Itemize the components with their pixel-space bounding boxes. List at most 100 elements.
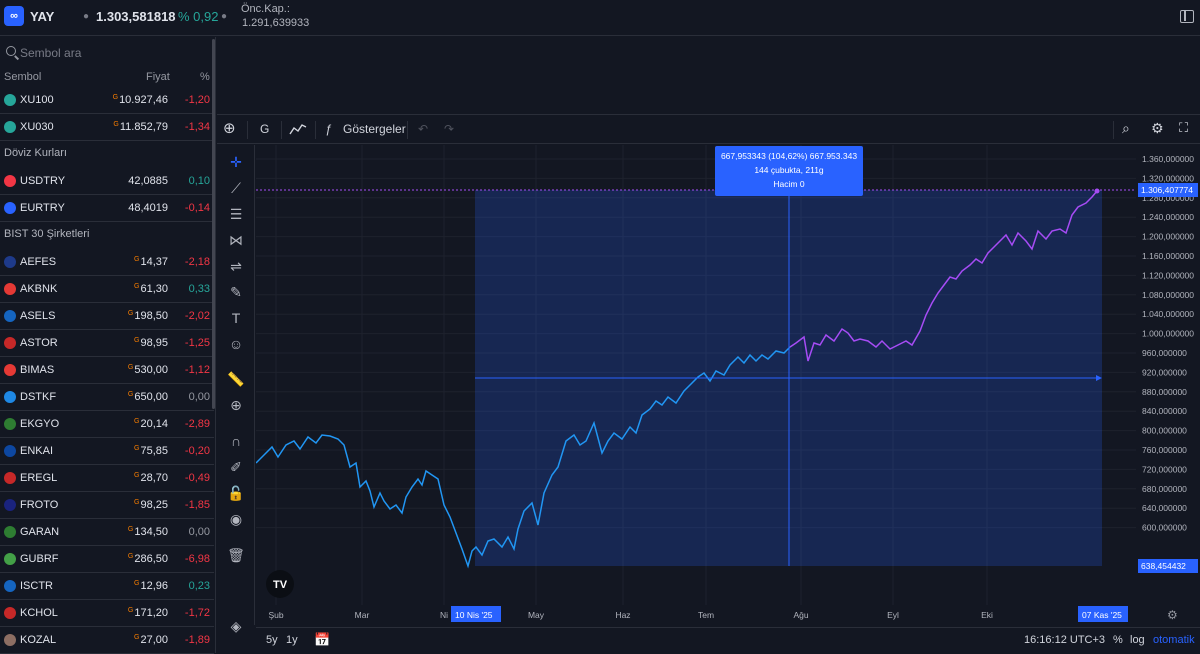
prediction-tool-icon[interactable]: ⇌ xyxy=(227,257,245,275)
date-range-icon[interactable]: 📅 xyxy=(314,632,330,648)
price-value: 20,14 xyxy=(140,418,168,430)
watchlist-row[interactable]: BIMAS G530,00 -1,12 xyxy=(0,357,214,384)
date-label-text: 07 Kas '25 xyxy=(1082,610,1122,620)
layers-icon[interactable]: ◈ xyxy=(227,617,245,635)
watchlist-row[interactable]: XU100 G10.927,46 -1,20 xyxy=(0,87,214,114)
symbol-logo-icon[interactable]: ∞ xyxy=(4,6,24,26)
price-chart[interactable]: 667,953343 (104,62%) 667.953.343 144 çub… xyxy=(256,145,1200,627)
watchlist-symbol: XU100 xyxy=(20,94,54,106)
watchlist-price: G75,85 xyxy=(134,445,168,457)
price-label-text: 1.306,407774 xyxy=(1141,185,1193,195)
settings-gear-icon[interactable]: ⚙ xyxy=(1151,120,1164,137)
bottom-bar: 5y 1y 📅 16:16:12 UTC+3 % log otomatik xyxy=(256,627,1200,653)
watchlist-row[interactable]: GUBRF G286,50 -6,98 xyxy=(0,546,214,573)
symbol-search[interactable] xyxy=(0,38,214,66)
watchlist-row[interactable]: ASTOR G98,95 -1,25 xyxy=(0,330,214,357)
separator-dot: ● xyxy=(83,11,90,22)
watchlist-row[interactable]: KOZAL G27,00 -1,89 xyxy=(0,627,214,654)
watchlist-price: G286,50 xyxy=(128,553,168,565)
watchlist-row[interactable]: XU030 G11.852,79 -1,34 xyxy=(0,114,214,141)
search-input[interactable] xyxy=(20,42,200,64)
y-tick-label: 1.200,000000 xyxy=(1142,232,1194,242)
add-symbol-icon[interactable]: ⊕ xyxy=(223,119,236,137)
magnet-icon[interactable]: ∩ xyxy=(227,432,245,450)
fullscreen-icon[interactable]: ⛶ xyxy=(1179,120,1188,136)
watchlist-row[interactable]: AKBNK G61,30 0,33 xyxy=(0,276,214,303)
quick-search-icon[interactable]: ⌕ xyxy=(1122,120,1130,137)
watchlist-row[interactable]: KCHOL G171,20 -1,72 xyxy=(0,600,214,627)
watchlist-price: 42,0885 xyxy=(127,175,168,187)
symbol-logo-icon xyxy=(4,256,16,268)
crosshair-icon[interactable]: ✛ xyxy=(227,153,245,171)
undo-icon[interactable]: ↶ xyxy=(418,122,428,136)
clock-timezone[interactable]: 16:16:12 UTC+3 xyxy=(1024,634,1105,646)
tooltip-line-1: 667,953343 (104,62%) 667.953.343 xyxy=(721,151,857,161)
lock-icon[interactable]: 🔓 xyxy=(227,484,245,502)
watchlist-row[interactable]: FROTO G98,25 -1,85 xyxy=(0,492,214,519)
watchlist-row[interactable]: AEFES G14,37 -2,18 xyxy=(0,249,214,276)
symbol-logo-icon xyxy=(4,175,16,187)
watchlist-row[interactable]: USDTRY 42,0885 0,10 xyxy=(0,168,214,195)
zoom-in-icon[interactable]: ⊕ xyxy=(227,396,245,414)
time-axis[interactable]: Şub Mar Ni May Haz Tem Ağu Eyl Eki 10 Nis '25 07 K… xyxy=(268,606,1128,622)
trash-icon[interactable]: 🗑 xyxy=(227,546,245,564)
indicators-button[interactable]: Göstergeler xyxy=(343,122,406,136)
percent-toggle[interactable]: % xyxy=(1113,634,1123,646)
y-tick-label: 1.160,000000 xyxy=(1142,251,1194,261)
watchlist-row[interactable]: ISCTR G12,96 0,23 xyxy=(0,573,214,600)
watchlist-row[interactable]: EURTRY 48,4019 -0,14 xyxy=(0,195,214,222)
indicator-fx-icon[interactable]: ƒ xyxy=(325,122,332,136)
eye-icon[interactable]: ◉ xyxy=(227,510,245,528)
symbol-logo-icon xyxy=(4,364,16,376)
emoji-icon[interactable]: ☺ xyxy=(227,335,245,353)
tradingview-logo-icon[interactable]: TV xyxy=(266,570,294,598)
range-low-price-label: 638,454432 xyxy=(1138,559,1198,573)
symbol-name[interactable]: YAY xyxy=(30,9,54,24)
section-fx[interactable]: Döviz Kurları xyxy=(4,147,67,159)
text-tool-icon[interactable]: T xyxy=(227,309,245,327)
delayed-badge: G xyxy=(134,445,140,452)
watchlist-row[interactable]: GARAN G134,50 0,00 xyxy=(0,519,214,546)
redo-icon[interactable]: ↷ xyxy=(444,122,454,136)
col-header-symbol[interactable]: Sembol xyxy=(4,71,41,83)
toolbar-divider xyxy=(407,121,408,139)
toggle-panel-icon[interactable] xyxy=(1180,10,1194,23)
watchlist-symbol: GARAN xyxy=(20,526,60,538)
y-tick-label: 1.080,000000 xyxy=(1142,290,1194,300)
interval-button[interactable]: G xyxy=(260,122,269,136)
auto-scale-toggle[interactable]: otomatik xyxy=(1153,634,1195,646)
watchlist-price: G28,70 xyxy=(134,472,168,484)
y-tick-label: 1.120,000000 xyxy=(1142,270,1194,280)
watchlist-symbol: XU030 xyxy=(20,121,54,133)
watchlist-row[interactable]: ENKAI G75,85 -0,20 xyxy=(0,438,214,465)
watchlist-scrollbar[interactable] xyxy=(212,39,215,409)
price-axis[interactable]: 1.360,0000001.320,0000001.280,0000001.24… xyxy=(1136,145,1200,607)
trend-line-icon[interactable]: ⟋ xyxy=(227,179,245,197)
fib-retracement-icon[interactable]: ☰ xyxy=(227,205,245,223)
range-5y-button[interactable]: 5y xyxy=(266,634,278,646)
price-value: 286,50 xyxy=(134,553,168,565)
log-toggle[interactable]: log xyxy=(1130,634,1145,646)
watchlist-row[interactable]: EKGYO G20,14 -2,89 xyxy=(0,411,214,438)
col-header-price[interactable]: Fiyat xyxy=(146,71,170,83)
pattern-tool-icon[interactable]: ⋈ xyxy=(227,231,245,249)
watchlist-symbol: ENKAI xyxy=(20,445,54,457)
chart-type-icon[interactable] xyxy=(289,122,307,139)
range-1y-button[interactable]: 1y xyxy=(286,634,298,646)
y-tick-label: 960,000000 xyxy=(1142,348,1187,358)
watchlist-row[interactable]: ASELS G198,50 -2,02 xyxy=(0,303,214,330)
watchlist-symbol: AEFES xyxy=(20,256,57,268)
watchlist-row[interactable]: EREGL G28,70 -0,49 xyxy=(0,465,214,492)
delayed-badge: G xyxy=(127,310,134,317)
x-tick-label: May xyxy=(528,610,545,620)
axis-settings-icon[interactable]: ⚙ xyxy=(1167,608,1178,622)
watchlist-price: G98,25 xyxy=(134,499,168,511)
symbol-logo-icon xyxy=(4,310,16,322)
lock-drawing-icon[interactable]: ✐ xyxy=(227,458,245,476)
watchlist-row[interactable]: DSTKF G650,00 0,00 xyxy=(0,384,214,411)
brush-icon[interactable]: ✎ xyxy=(227,283,245,301)
section-bist30[interactable]: BIST 30 Şirketleri xyxy=(4,228,89,240)
col-header-pct[interactable]: % xyxy=(200,71,210,83)
ruler-icon[interactable]: 📏 xyxy=(227,370,245,388)
y-tick-label: 1.320,000000 xyxy=(1142,173,1194,183)
